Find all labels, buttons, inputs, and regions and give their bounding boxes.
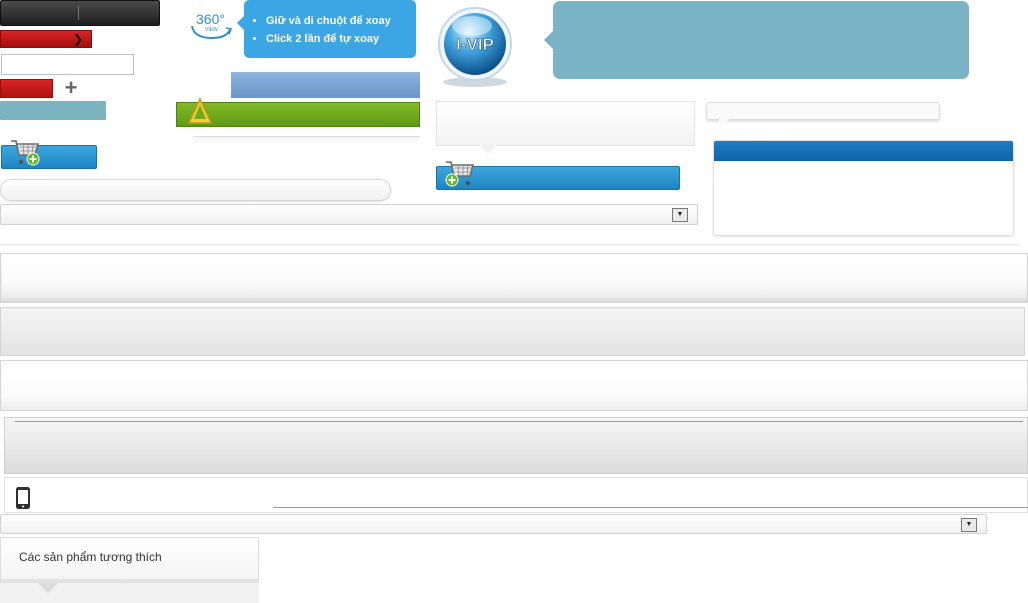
row-underline <box>273 507 1028 508</box>
view-360-icon: 360° VIEW <box>191 11 233 40</box>
compatible-products-title: Các sản phẩm tương thích <box>19 550 162 564</box>
chevron-right-icon: ❯ <box>72 32 83 46</box>
vip-badge-label: I-VIP <box>456 35 494 54</box>
panel-header <box>714 141 1013 161</box>
blue-gradient-bar <box>231 72 420 98</box>
panel-divider <box>15 421 1023 422</box>
warning-triangle-icon <box>187 97 213 124</box>
tooltip-strip <box>706 102 940 129</box>
vip-badge-icon: I-VIP <box>438 7 512 87</box>
select-dropdown[interactable]: ▼ <box>0 204 698 225</box>
mobile-phone-icon <box>16 487 30 509</box>
rounded-search-bar[interactable] <box>0 179 391 201</box>
select-dropdown-wide[interactable]: ▼ <box>0 514 987 534</box>
red-small-button[interactable] <box>0 79 53 98</box>
plus-icon[interactable]: + <box>62 77 80 99</box>
separator <box>0 244 1020 247</box>
text-input[interactable] <box>1 54 134 75</box>
hint-line-drag: Giữ và di chuột để xoay <box>266 12 416 30</box>
content-panel-4 <box>4 417 1028 474</box>
cart-add-icon <box>445 161 475 187</box>
content-panel-3 <box>0 360 1028 411</box>
content-panel-2 <box>0 307 1025 356</box>
view-360-sublabel: VIEW <box>205 27 218 33</box>
teal-label-bar <box>0 101 106 120</box>
nav-divider <box>78 6 79 20</box>
content-panel-1 <box>0 253 1028 303</box>
rotate-hint-tooltip: Giữ và di chuột để xoay Click 2 lần để t… <box>237 0 416 58</box>
dark-nav-bar[interactable] <box>0 0 160 26</box>
add-to-cart-button[interactable] <box>1 140 97 169</box>
hint-line-doubleclick: Click 2 lần để tự xoay <box>266 30 416 48</box>
tab-pointer <box>38 583 58 593</box>
callout-box <box>436 101 695 154</box>
red-next-button[interactable]: ❯ <box>0 30 92 48</box>
dropdown-arrow-icon[interactable]: ▼ <box>672 208 688 222</box>
blue-header-panel <box>713 140 1014 236</box>
cart-add-icon <box>11 140 40 166</box>
vip-info-bubble <box>544 1 969 79</box>
view-360-label: 360° <box>196 11 225 27</box>
dropdown-arrow-icon[interactable]: ▼ <box>961 518 977 532</box>
add-to-cart-button-wide[interactable] <box>436 161 680 190</box>
gray-strip <box>193 136 420 144</box>
green-warning-bar <box>176 97 420 127</box>
compatible-products-tab[interactable]: Các sản phẩm tương thích <box>0 537 259 583</box>
